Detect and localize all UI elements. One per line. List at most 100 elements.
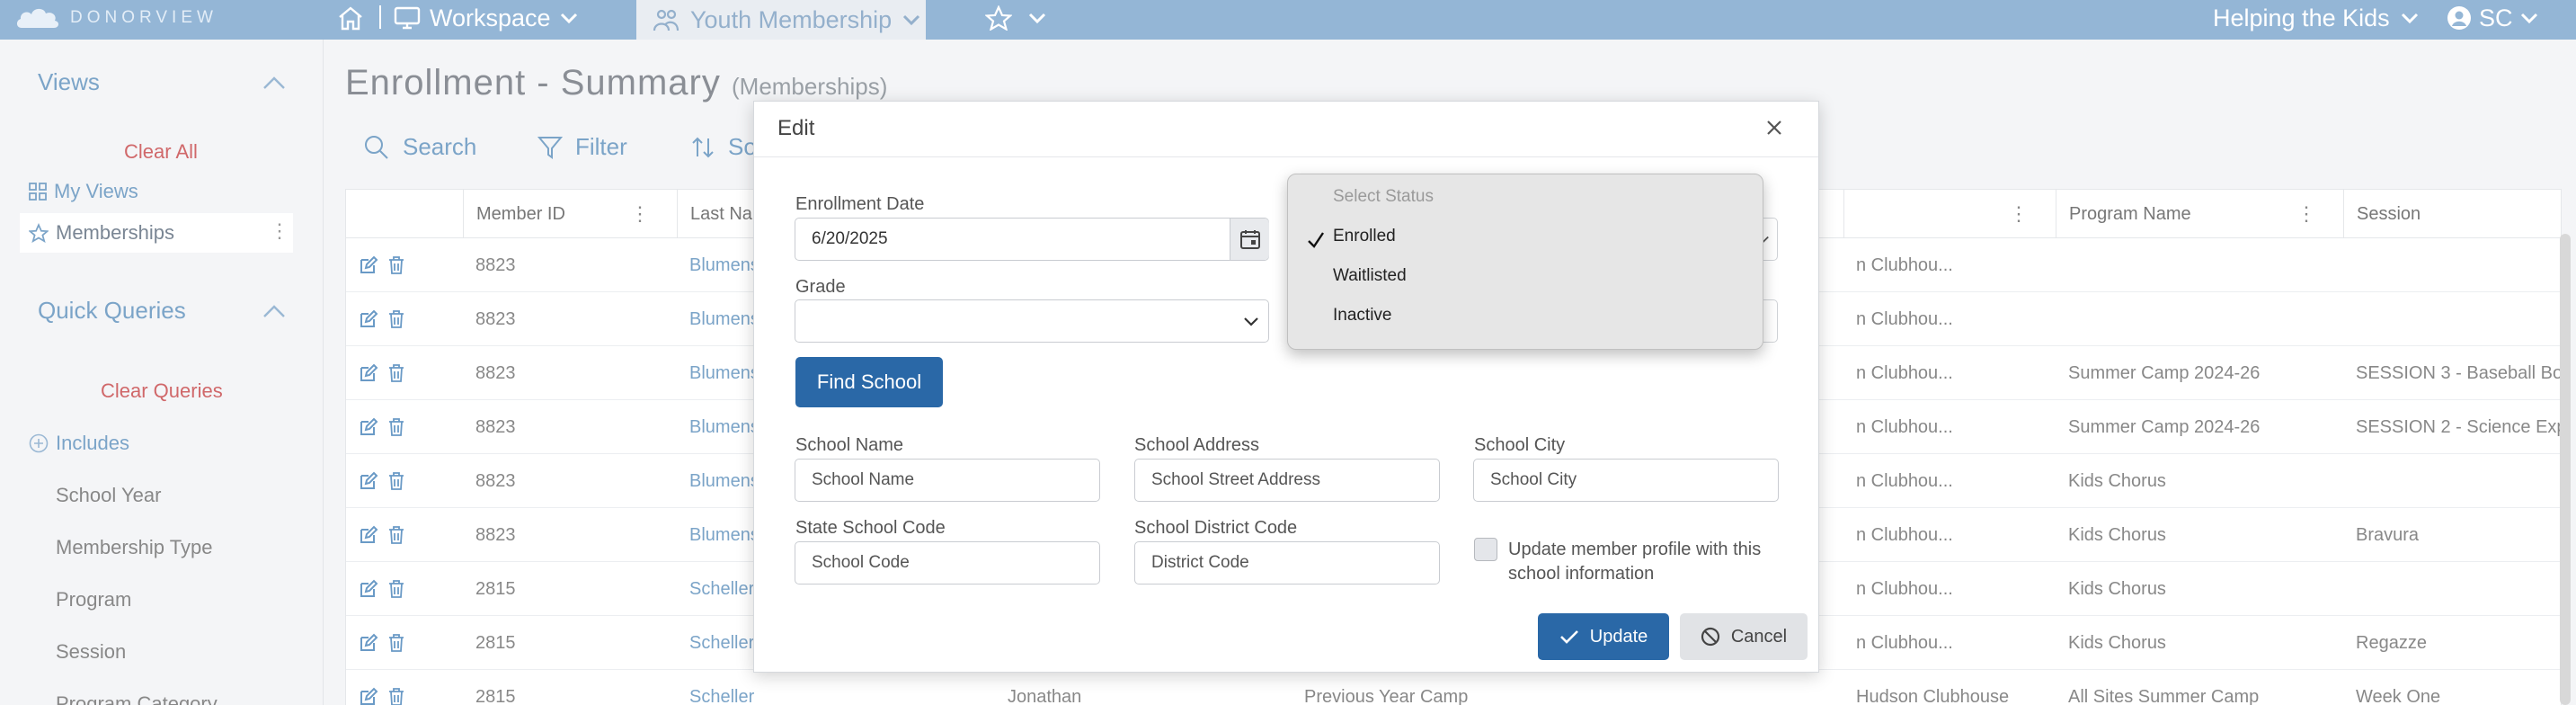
table-row[interactable]: 2815 Scheller Jonathan Previous Year Camp Hu… — [346, 670, 2561, 705]
edit-icon[interactable] — [359, 471, 378, 491]
star-icon — [29, 223, 49, 243]
school-district-code-label: School District Code — [1134, 518, 1298, 538]
close-icon[interactable] — [1761, 114, 1788, 141]
find-school-button[interactable]: Find School — [795, 357, 943, 407]
option-waitlisted[interactable]: Waitlisted — [1333, 266, 1407, 286]
date-picker-button[interactable] — [1230, 219, 1269, 260]
vertical-scrollbar[interactable] — [2560, 234, 2571, 705]
home-button[interactable] — [333, 0, 369, 36]
includes-toggle[interactable]: Includes — [29, 432, 129, 455]
trash-icon[interactable] — [387, 363, 405, 383]
tab-youth-membership[interactable]: Youth Membership — [636, 0, 926, 40]
cell-session — [2343, 238, 2563, 292]
cancel-button[interactable]: Cancel — [1680, 613, 1808, 660]
favorites-menu[interactable] — [985, 0, 1046, 36]
edit-icon[interactable] — [359, 525, 378, 545]
cell-location: n Clubhou... — [1856, 416, 1953, 437]
school-address-input[interactable] — [1134, 459, 1440, 502]
trash-icon[interactable] — [387, 687, 405, 705]
enrollment-date-input[interactable]: 6/20/2025 — [795, 218, 1269, 261]
col-session[interactable]: Session — [2343, 190, 2563, 238]
row-actions — [359, 508, 405, 562]
chevron-up-icon[interactable] — [262, 76, 286, 90]
column-menu-icon[interactable]: ⋮ — [2009, 202, 2029, 226]
school-district-code-input[interactable] — [1134, 541, 1440, 585]
trash-icon[interactable] — [387, 309, 405, 329]
col-member-id[interactable]: Member ID ⋮ — [463, 190, 677, 238]
row-actions — [359, 238, 405, 292]
cell-member-id: 8823 — [475, 362, 516, 383]
column-menu-icon[interactable]: ⋮ — [2296, 202, 2316, 226]
edit-icon[interactable] — [359, 633, 378, 653]
clear-queries-link[interactable]: Clear Queries — [101, 379, 223, 403]
column-menu-icon[interactable]: ⋮ — [630, 202, 650, 226]
query-item-session[interactable]: Session — [56, 640, 126, 664]
sort-button[interactable]: So — [690, 133, 757, 161]
chevron-down-icon — [560, 13, 577, 24]
cell-session: SESSION 3 - Baseball Boys (Ages 10-13) — [2356, 362, 2563, 383]
workspace-menu[interactable]: Workspace — [394, 0, 578, 36]
col-program-name[interactable]: Program Name ⋮ — [2056, 190, 2343, 238]
chevron-down-icon — [1028, 13, 1046, 24]
query-item-school-year[interactable]: School Year — [56, 484, 161, 507]
update-button[interactable]: Update — [1538, 613, 1669, 660]
modal-header: Edit — [754, 102, 1818, 157]
row-actions — [359, 292, 405, 346]
trash-icon[interactable] — [387, 633, 405, 653]
grade-select[interactable] — [795, 299, 1269, 343]
clear-all-link[interactable]: Clear All — [124, 140, 198, 164]
edit-icon[interactable] — [359, 687, 378, 705]
school-city-input[interactable] — [1473, 459, 1779, 502]
views-heading[interactable]: Views — [38, 68, 100, 96]
star-icon — [985, 5, 1012, 31]
cell-member-id: 8823 — [475, 254, 516, 275]
edit-icon[interactable] — [359, 579, 378, 599]
query-item-membership-type[interactable]: Membership Type — [56, 536, 212, 559]
edit-icon[interactable] — [359, 363, 378, 383]
quick-queries-heading[interactable]: Quick Queries — [38, 297, 186, 325]
cell-location: n Clubhou... — [1856, 254, 1953, 275]
trash-icon[interactable] — [387, 417, 405, 437]
nav-separator — [379, 5, 381, 29]
sidebar-item-memberships[interactable]: Memberships — [29, 221, 174, 245]
trash-icon[interactable] — [387, 255, 405, 275]
option-enrolled[interactable]: Enrolled — [1333, 227, 1396, 246]
query-item-program-category[interactable]: Program Category — [56, 692, 218, 705]
trash-icon[interactable] — [387, 471, 405, 491]
user-initials: SC — [2479, 4, 2513, 31]
col-location[interactable]: ⋮ — [1843, 190, 2056, 238]
option-inactive[interactable]: Inactive — [1333, 306, 1391, 326]
cell-location: n Clubhou... — [1856, 632, 1953, 653]
logo-text: DONORVIEW — [70, 8, 218, 27]
sidebar: Views Clear All My Views Memberships ⋮ Q… — [0, 40, 324, 705]
update-profile-checkbox[interactable] — [1474, 538, 1497, 561]
cell-last-name[interactable]: Scheller — [677, 670, 857, 705]
user-menu[interactable]: SC — [2447, 0, 2538, 36]
includes-label: Includes — [56, 432, 129, 454]
filter-button[interactable]: Filter — [537, 133, 627, 161]
edit-icon[interactable] — [359, 255, 378, 275]
query-item-program[interactable]: Program — [56, 588, 131, 611]
people-icon — [653, 9, 680, 31]
sidebar-item-my-views[interactable]: My Views — [29, 180, 138, 203]
edit-icon[interactable] — [359, 417, 378, 437]
edit-icon[interactable] — [359, 309, 378, 329]
home-icon — [339, 6, 362, 31]
state-school-code-input[interactable] — [795, 541, 1100, 585]
org-selector[interactable]: Helping the Kids — [2213, 0, 2419, 36]
sort-icon — [692, 137, 714, 157]
trash-icon[interactable] — [387, 525, 405, 545]
kebab-menu-icon[interactable]: ⋮ — [270, 219, 289, 243]
update-label: Update — [1589, 626, 1648, 647]
donorview-logo[interactable]: DONORVIEW — [14, 2, 218, 34]
search-button[interactable]: Search — [363, 133, 476, 161]
monitor-icon — [394, 6, 421, 30]
school-name-input[interactable] — [795, 459, 1100, 502]
chevron-down-icon — [2401, 13, 2418, 24]
chevron-up-icon[interactable] — [262, 304, 286, 318]
trash-icon[interactable] — [387, 579, 405, 599]
search-label: Search — [403, 133, 477, 160]
cloud-logo-icon — [16, 8, 59, 28]
ban-icon — [1701, 627, 1719, 647]
grade-label: Grade — [795, 277, 846, 297]
